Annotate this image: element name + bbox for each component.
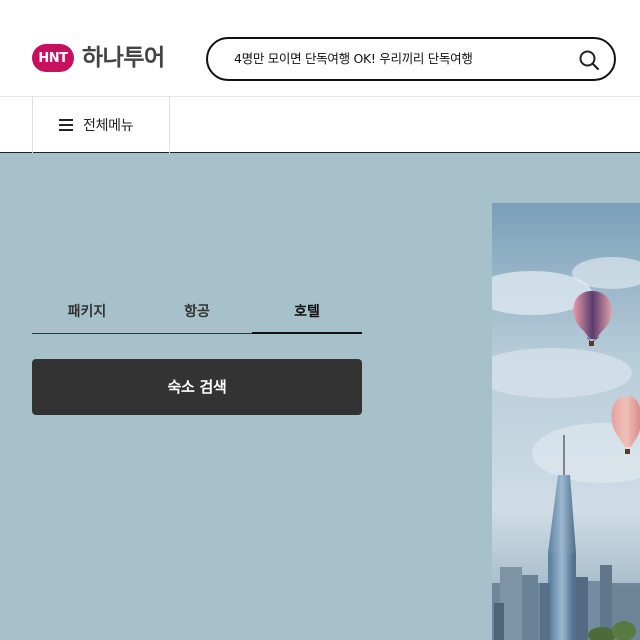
all-menu-button[interactable]: 전체메뉴 <box>32 96 170 153</box>
search-icon[interactable] <box>578 49 600 71</box>
search-input[interactable]: 4명만 모이면 단독여행 OK! 우리끼리 단독여행 <box>206 37 616 81</box>
tab-hotel[interactable]: 호텔 <box>252 299 362 334</box>
tab-flight[interactable]: 항공 <box>142 299 252 334</box>
logo[interactable]: HNT 하나투어 <box>32 44 165 72</box>
logo-badge: HNT <box>32 44 74 72</box>
nav-bar: 전체메뉴 <box>0 96 640 153</box>
product-tabs: 패키지 항공 호텔 <box>32 299 362 334</box>
tab-package[interactable]: 패키지 <box>32 299 142 334</box>
header: HNT 하나투어 4명만 모이면 단독여행 OK! 우리끼리 단독여행 <box>0 0 640 96</box>
logo-text: 하나투어 <box>82 45 165 71</box>
hamburger-icon <box>59 118 73 131</box>
hero-photo <box>492 203 640 640</box>
search-suggestion[interactable]: 4명만 모이면 단독여행 OK! 우리끼리 단독여행 <box>234 39 473 79</box>
all-menu-label: 전체메뉴 <box>83 117 134 134</box>
hero-section: 패키지 항공 호텔 숙소 검색 <box>0 153 640 640</box>
hotel-search-button[interactable]: 숙소 검색 <box>32 359 362 415</box>
page: HNT 하나투어 4명만 모이면 단독여행 OK! 우리끼리 단독여행 전체메뉴… <box>0 0 640 640</box>
